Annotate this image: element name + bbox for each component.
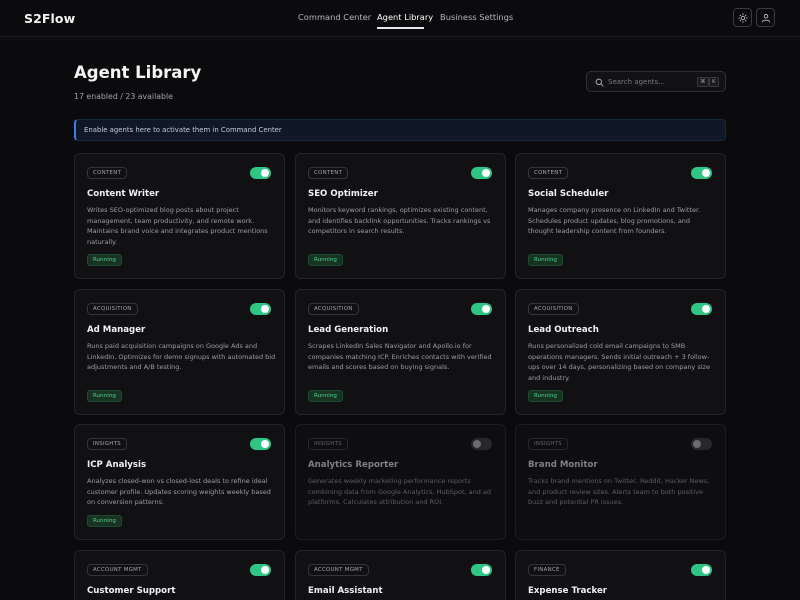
search-input[interactable]: [608, 75, 680, 89]
agent-card[interactable]: ACCOUNT MGMT Customer Support: [74, 550, 285, 600]
agent-name: Analytics Reporter: [308, 460, 399, 470]
status-badge: Running: [87, 515, 122, 527]
toggle-knob: [261, 305, 269, 313]
status-badge: Running: [87, 390, 122, 402]
agent-enable-toggle[interactable]: [250, 564, 271, 576]
agent-card[interactable]: ACQUISITION Lead Generation Scrapes Link…: [295, 289, 506, 415]
agent-name: ICP Analysis: [87, 460, 147, 470]
category-tag: ACCOUNT MGMT: [87, 564, 148, 576]
toggle-knob: [482, 305, 490, 313]
agent-card[interactable]: CONTENT Content Writer Writes SEO-optimi…: [74, 153, 285, 279]
shortcut-key-cmd: ⌘: [697, 77, 709, 87]
toggle-knob: [482, 566, 490, 574]
status-badge: Running: [87, 254, 122, 266]
agent-description: Scrapes LinkedIn Sales Navigator and Apo…: [308, 342, 492, 372]
agent-name: Customer Support: [87, 586, 176, 596]
toggle-knob: [702, 305, 710, 313]
info-banner-text: Enable agents here to activate them in C…: [84, 126, 282, 134]
agent-enable-toggle[interactable]: [471, 167, 492, 179]
theme-toggle-button[interactable]: [733, 8, 752, 27]
agent-name: Social Scheduler: [528, 189, 609, 199]
toggle-knob: [261, 566, 269, 574]
agent-enable-toggle[interactable]: [250, 438, 271, 450]
agent-enable-toggle[interactable]: [691, 438, 712, 450]
category-tag: CONTENT: [87, 167, 128, 179]
top-navbar: S2Flow Command Center Agent Library Busi…: [0, 0, 800, 37]
toggle-knob: [261, 440, 269, 448]
agent-name: Content Writer: [87, 189, 160, 199]
agent-name: Ad Manager: [87, 325, 146, 335]
agent-card[interactable]: INSIGHTS Analytics Reporter Generates we…: [295, 424, 506, 540]
category-tag: CONTENT: [528, 167, 569, 179]
status-badge: Running: [308, 390, 343, 402]
agent-description: Generates weekly marketing performance r…: [308, 477, 492, 507]
agent-card[interactable]: INSIGHTS Brand Monitor Tracks brand ment…: [515, 424, 726, 540]
agent-card[interactable]: CONTENT SEO Optimizer Monitors keyword r…: [295, 153, 506, 279]
info-banner: Enable agents here to activate them in C…: [74, 119, 726, 141]
agent-name: Lead Outreach: [528, 325, 599, 335]
agent-name: Lead Generation: [308, 325, 389, 335]
category-tag: CONTENT: [308, 167, 349, 179]
toggle-knob: [482, 169, 490, 177]
agent-count-summary: 17 enabled / 23 available: [74, 92, 173, 101]
page-title: Agent Library: [74, 63, 202, 82]
agent-description: Analyzes closed-won vs closed-lost deals…: [87, 477, 271, 507]
agent-card[interactable]: FINANCE Expense Tracker: [515, 550, 726, 600]
agent-name: Brand Monitor: [528, 460, 598, 470]
nav-agent-library[interactable]: Agent Library: [377, 12, 433, 22]
toggle-knob: [702, 566, 710, 574]
category-tag: INSIGHTS: [528, 438, 568, 450]
agent-card[interactable]: ACQUISITION Ad Manager Runs paid acquisi…: [74, 289, 285, 415]
nav-command-center[interactable]: Command Center: [298, 12, 371, 22]
agent-name: SEO Optimizer: [308, 189, 378, 199]
agent-card[interactable]: ACCOUNT MGMT Email Assistant: [295, 550, 506, 600]
agent-name: Email Assistant: [308, 586, 383, 596]
agent-description: Writes SEO-optimized blog posts about pr…: [87, 206, 268, 246]
search-icon: [595, 78, 604, 87]
agent-enable-toggle[interactable]: [691, 167, 712, 179]
main-nav: Command Center Agent Library Business Se…: [0, 0, 800, 37]
category-tag: INSIGHTS: [87, 438, 127, 450]
agent-enable-toggle[interactable]: [691, 564, 712, 576]
agent-enable-toggle[interactable]: [471, 564, 492, 576]
status-badge: Running: [528, 254, 563, 266]
agent-card[interactable]: ACQUISITION Lead Outreach Runs personali…: [515, 289, 726, 415]
category-tag: ACQUISITION: [308, 303, 359, 315]
toggle-knob: [702, 169, 710, 177]
sun-icon: [737, 12, 748, 23]
toggle-knob: [693, 440, 701, 448]
category-tag: ACQUISITION: [528, 303, 579, 315]
toggle-knob: [261, 169, 269, 177]
agent-enable-toggle[interactable]: [250, 167, 271, 179]
search-box[interactable]: ⌘ K: [586, 71, 726, 92]
category-tag: ACCOUNT MGMT: [308, 564, 369, 576]
user-icon: [761, 13, 770, 22]
agent-description: Monitors keyword rankings, optimizes exi…: [308, 206, 491, 236]
agent-enable-toggle[interactable]: [250, 303, 271, 315]
toggle-knob: [473, 440, 481, 448]
shortcut-key-k: K: [709, 77, 719, 87]
nav-business-settings[interactable]: Business Settings: [440, 12, 513, 22]
agent-description: Runs paid acquisition campaigns on Googl…: [87, 342, 276, 372]
agent-card[interactable]: INSIGHTS ICP Analysis Analyzes closed-wo…: [74, 424, 285, 540]
agent-enable-toggle[interactable]: [691, 303, 712, 315]
user-menu-button[interactable]: [756, 8, 775, 27]
status-badge: Running: [308, 254, 343, 266]
agent-description: Manages company presence on LinkedIn and…: [528, 206, 701, 236]
agent-enable-toggle[interactable]: [471, 303, 492, 315]
category-tag: FINANCE: [528, 564, 566, 576]
agent-card[interactable]: CONTENT Social Scheduler Manages company…: [515, 153, 726, 279]
agent-enable-toggle[interactable]: [471, 438, 492, 450]
status-badge: Running: [528, 390, 563, 402]
category-tag: ACQUISITION: [87, 303, 138, 315]
active-nav-indicator: [377, 27, 424, 29]
category-tag: INSIGHTS: [308, 438, 348, 450]
agent-description: Tracks brand mentions on Twitter, Reddit…: [528, 477, 710, 507]
agent-description: Runs personalized cold email campaigns t…: [528, 342, 710, 382]
agent-name: Expense Tracker: [528, 586, 608, 596]
